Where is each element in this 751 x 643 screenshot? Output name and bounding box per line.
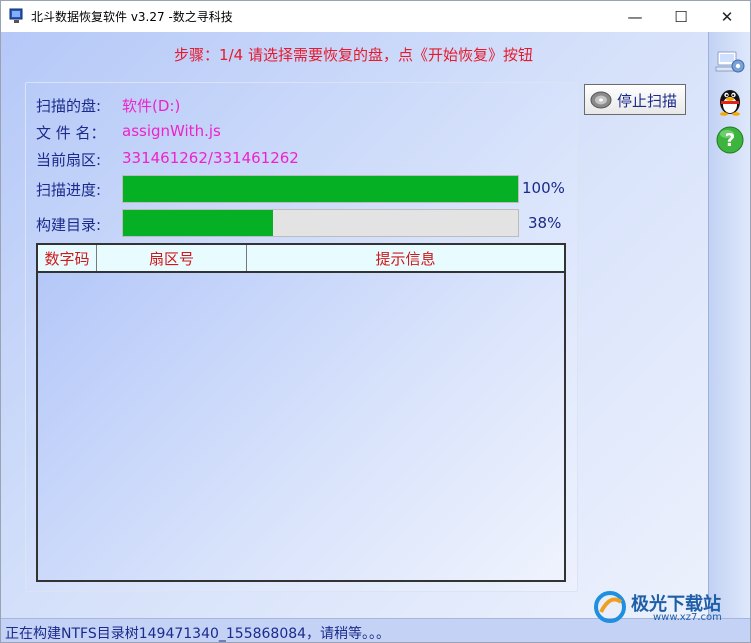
qq-penguin-icon[interactable] (714, 84, 746, 116)
table-header: 数字码 扇区号 提示信息 (38, 245, 564, 273)
sector-row: 当前扇区: 331461262/331461262 (36, 149, 299, 170)
svg-text:?: ? (725, 130, 735, 151)
disk-row: 扫描的盘: 软件(D:) (36, 95, 180, 116)
build-progress-label: 构建目录: (36, 216, 102, 234)
app-window: 北斗数据恢复软件 v3.27 -数之寻科技 — ☐ ✕ 步骤：1/4 请选择需要… (0, 0, 751, 643)
client-area: 步骤：1/4 请选择需要恢复的盘，点《开始恢复》按钮 扫描的盘: 软件(D:) … (1, 32, 750, 618)
disk-label: 扫描的盘: (36, 97, 102, 115)
maximize-icon: ☐ (674, 7, 688, 26)
scan-progress-bar (122, 175, 519, 203)
file-value: assignWith.js (122, 122, 221, 140)
scan-panel: 扫描的盘: 软件(D:) 文 件 名： assignWith.js 当前扇区: … (25, 82, 578, 592)
window-title: 北斗数据恢复软件 v3.27 -数之寻科技 (31, 10, 233, 24)
column-header-sector[interactable]: 扇区号 (97, 245, 247, 271)
scan-progress-fill (123, 176, 518, 202)
watermark: 极光下载站 www.xz7.com (593, 590, 743, 624)
watermark-logo-icon (594, 591, 626, 623)
build-progress-bar (122, 209, 519, 237)
minimize-button[interactable]: — (612, 1, 658, 32)
disk-value: 软件(D:) (122, 97, 181, 115)
watermark-url: www.xz7.com (653, 612, 722, 623)
scan-progress-percent: 100% (522, 179, 565, 197)
file-row: 文 件 名： assignWith.js (36, 122, 221, 143)
close-icon: ✕ (720, 7, 734, 26)
close-button[interactable]: ✕ (704, 1, 750, 32)
status-message: 正在构建NTFS目录树149471340_155868084，请稍等。。。 (5, 626, 391, 642)
scan-progress-label: 扫描进度: (36, 181, 102, 199)
settings-network-icon[interactable] (714, 46, 746, 78)
title-bar[interactable]: 北斗数据恢复软件 v3.27 -数之寻科技 — ☐ ✕ (1, 1, 750, 32)
build-progress-percent: 38% (528, 214, 562, 232)
file-label: 文 件 名： (36, 124, 106, 142)
help-question-icon[interactable]: ? (714, 124, 746, 156)
sector-label: 当前扇区: (36, 151, 102, 169)
stop-scan-label: 停止扫描 (617, 92, 678, 110)
right-toolbar: ? (708, 32, 750, 618)
stop-scan-button[interactable]: 停止扫描 (584, 84, 686, 115)
minimize-icon: — (627, 7, 643, 26)
maximize-button[interactable]: ☐ (658, 1, 704, 32)
build-progress-fill (123, 210, 274, 236)
column-header-info[interactable]: 提示信息 (247, 245, 564, 271)
app-icon (9, 8, 23, 23)
result-table[interactable]: 数字码 扇区号 提示信息 (36, 243, 566, 582)
sector-value: 331461262/331461262 (122, 149, 299, 167)
step-instruction: 步骤：1/4 请选择需要恢复的盘，点《开始恢复》按钮 (174, 46, 533, 64)
disc-icon (590, 91, 612, 109)
column-header-code[interactable]: 数字码 (38, 245, 97, 271)
